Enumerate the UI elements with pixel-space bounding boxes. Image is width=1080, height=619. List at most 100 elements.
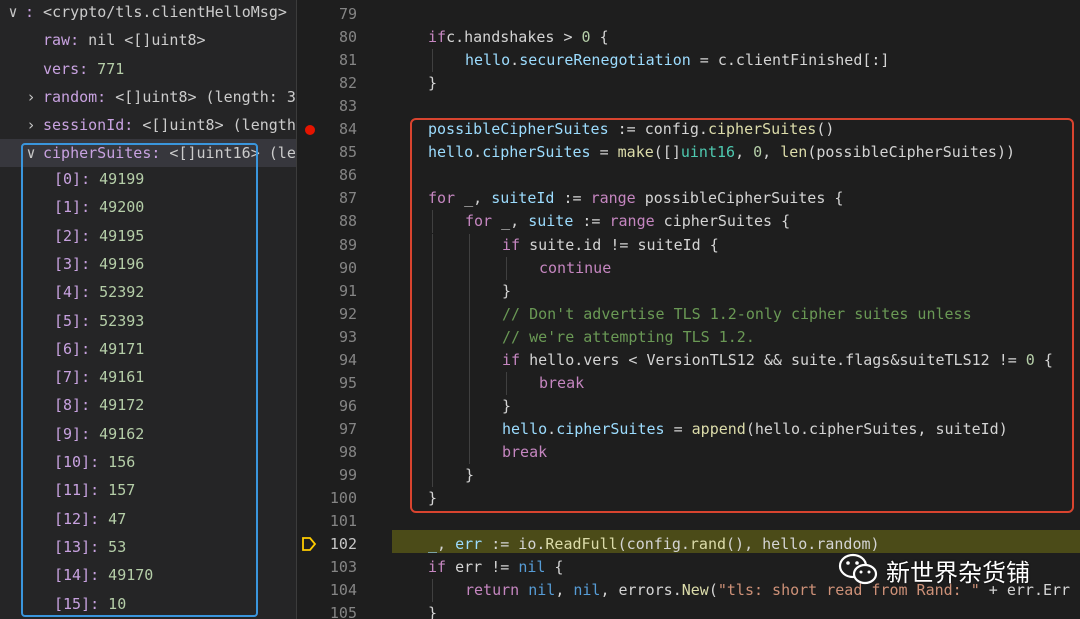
code-line[interactable]: 98 break: [297, 440, 1080, 464]
array-index: [3]: 49196: [54, 254, 145, 273]
array-index: [4]: 52392: [54, 283, 145, 302]
code-line[interactable]: 87 for _, suiteId := range possibleCipher…: [297, 187, 1080, 210]
code-token: rand: [689, 535, 727, 554]
variable-name: random: <[]uint8> (length: 32…: [43, 83, 296, 111]
code-token: hello: [502, 419, 548, 438]
code-line[interactable]: 86: [297, 164, 1080, 187]
code-token: if: [502, 350, 521, 369]
code-token: =: [590, 143, 618, 162]
variable-row[interactable]: raw: nil <[]uint8>: [0, 26, 296, 54]
line-number: 83: [338, 97, 357, 116]
array-element-row[interactable]: [4]: 52392: [0, 278, 296, 306]
code-line[interactable]: 100}: [297, 487, 1080, 510]
code-token: cipherSuites: [707, 120, 817, 139]
code-text: // we're attempting TLS 1.2.: [502, 326, 755, 349]
code-text: if suite.id != suiteId {: [502, 234, 719, 257]
code-token: (possibleCipherSuites)): [807, 143, 1016, 162]
array-element-row[interactable]: [3]: 49196: [0, 250, 296, 278]
code-token: }: [428, 604, 438, 619]
variable-row[interactable]: › sessionId: <[]uint8> (length:…: [0, 111, 296, 139]
code-line[interactable]: 94 if hello.vers < VersionTLS12 && suite.…: [297, 348, 1080, 372]
code-line[interactable]: 97 hello.cipherSuites = append(hello.ciph…: [297, 417, 1080, 441]
code-line[interactable]: 84 possibleCipherSuites := config.cipherS…: [297, 118, 1080, 141]
array-element-row[interactable]: [6]: 49171: [0, 335, 296, 363]
code-text: hello.secureRenegotiation = c.clientFini…: [465, 49, 889, 72]
code-token: ([]: [653, 143, 681, 162]
code-line[interactable]: 90 continue: [297, 256, 1080, 280]
array-element-row[interactable]: [15]: 10: [0, 590, 296, 618]
code-line[interactable]: 89 if suite.id != suiteId {: [297, 233, 1080, 257]
code-text: possibleCipherSuites := config.cipherSui…: [428, 118, 834, 141]
line-number: 95: [338, 373, 357, 392]
variable-name: vers: 771: [43, 59, 125, 78]
variable-row[interactable]: ∨cipherSuites: <[]uint16> (len…: [0, 139, 296, 168]
code-line[interactable]: 101: [297, 510, 1080, 533]
array-value: 49161: [90, 368, 145, 387]
code-token: 0: [1025, 350, 1035, 369]
chevron-right-icon[interactable]: ›: [24, 83, 38, 111]
code-line[interactable]: 85 hello.cipherSuites = make([]uint16, 0,…: [297, 141, 1080, 164]
line-number: 103: [329, 558, 357, 577]
code-text: _, err := io.ReadFull(config.rand(), hel…: [428, 533, 880, 556]
variable-name: cipherSuites: <[]uint16> (len…: [43, 139, 296, 167]
chevron-down-icon[interactable]: ∨: [24, 139, 38, 167]
code-editor[interactable]: 79 80 ifc.handshakes > 0 {81 hello.secureRe…: [297, 0, 1080, 619]
code-line[interactable]: 88 for _, suite := range cipherSuites {: [297, 210, 1080, 234]
array-element-row[interactable]: [13]: 53: [0, 533, 296, 561]
watermark: 新世界杂货铺: [838, 553, 1030, 587]
indent-guide: [469, 440, 470, 464]
array-element-row[interactable]: [14]: 49170: [0, 561, 296, 589]
variable-value: <[]uint8> (length: 32…: [106, 87, 296, 106]
variable-row[interactable]: ∨: <crypto/tls.clientHelloMsg>: [0, 0, 296, 26]
array-element-row[interactable]: [5]: 52393: [0, 307, 296, 335]
code-line[interactable]: 83: [297, 95, 1080, 118]
array-element-row[interactable]: [8]: 49172: [0, 391, 296, 419]
indent-guide: [432, 348, 433, 372]
code-token: cipherSuites {: [654, 212, 791, 231]
code-line[interactable]: 99}: [297, 464, 1080, 487]
array-element-row[interactable]: [2]: 49195: [0, 222, 296, 250]
code-line[interactable]: 92 // Don't advertise TLS 1.2-only cipher…: [297, 302, 1080, 326]
code-token: ,: [555, 581, 574, 600]
indent-guide: [469, 256, 470, 280]
variable-row[interactable]: › random: <[]uint8> (length: 32…: [0, 83, 296, 111]
code-line[interactable]: 81 hello.secureRenegotiation = c.clientFi…: [297, 49, 1080, 73]
chevron-right-icon[interactable]: ›: [24, 111, 38, 139]
code-line[interactable]: 96}: [297, 394, 1080, 418]
indent-guide: [469, 325, 470, 349]
array-element-row[interactable]: [1]: 49200: [0, 193, 296, 221]
chevron-down-icon[interactable]: ∨: [6, 0, 20, 26]
code-token: }: [502, 396, 512, 415]
array-element-row[interactable]: [10]: 156: [0, 448, 296, 476]
variable-row[interactable]: vers: 771: [0, 55, 296, 83]
code-line[interactable]: 82}: [297, 72, 1080, 95]
array-element-row[interactable]: [9]: 49162: [0, 420, 296, 448]
array-value: 49195: [90, 226, 145, 245]
line-number: 97: [338, 419, 357, 438]
code-token: 0: [753, 143, 763, 162]
array-value: 49172: [90, 396, 145, 415]
code-line[interactable]: 79: [297, 3, 1080, 26]
wechat-logo-icon: [838, 553, 878, 585]
watermark-text: 新世界杂货铺: [886, 558, 1030, 587]
code-line[interactable]: 80 ifc.handshakes > 0 {: [297, 26, 1080, 49]
array-value: 49200: [90, 198, 145, 217]
code-line[interactable]: 91}: [297, 279, 1080, 303]
array-element-row[interactable]: [11]: 157: [0, 476, 296, 504]
code-token: for: [465, 212, 493, 231]
code-text: }: [428, 72, 437, 95]
line-number: 84: [338, 120, 357, 139]
code-line[interactable]: 95 break: [297, 371, 1080, 395]
array-element-row[interactable]: [7]: 49161: [0, 363, 296, 391]
code-line[interactable]: 93 // we're attempting TLS 1.2.: [297, 325, 1080, 349]
array-value: 10: [99, 594, 127, 613]
code-token: }: [428, 74, 438, 93]
code-line[interactable]: 105}: [297, 602, 1080, 619]
code-token: len: [780, 143, 808, 162]
array-value: 49199: [90, 170, 145, 188]
line-number: 88: [338, 212, 357, 231]
array-element-row[interactable]: [12]: 47: [0, 505, 296, 533]
array-element-row[interactable]: [0]: 49199: [0, 165, 296, 193]
code-token: suiteId: [491, 189, 555, 208]
code-token: _,: [455, 189, 492, 208]
